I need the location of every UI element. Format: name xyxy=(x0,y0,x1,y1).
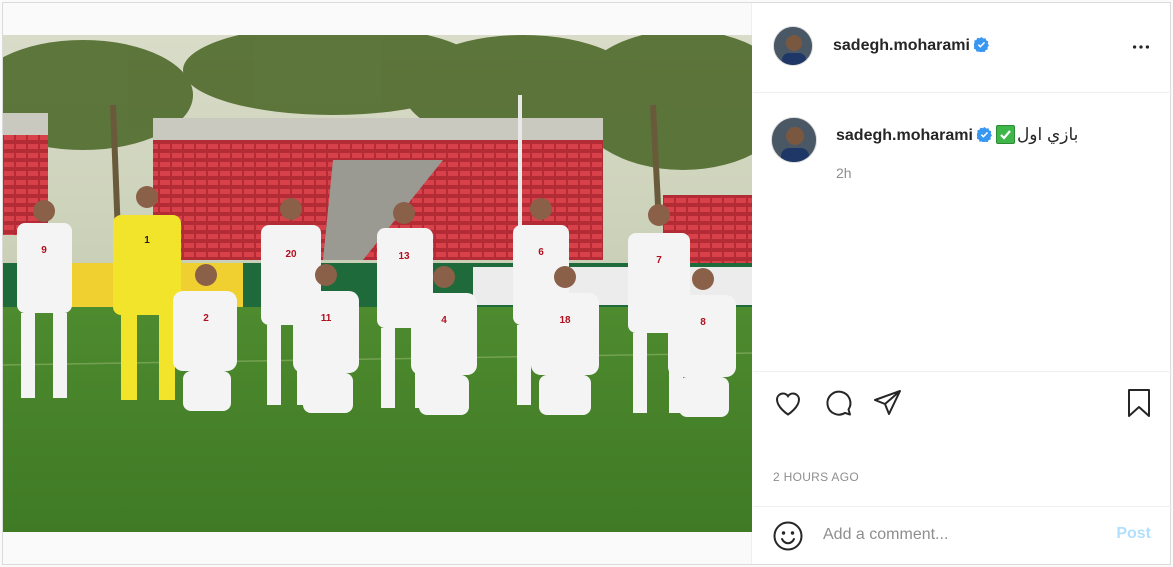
comment-icon[interactable] xyxy=(822,387,854,419)
post-details: sadegh.moharami sadegh.moharami بازي اول … xyxy=(753,3,1172,564)
action-bar: 2 HOURS AGO xyxy=(753,371,1172,506)
username-text[interactable]: sadegh.moharami xyxy=(833,37,970,54)
comment-input[interactable] xyxy=(823,522,1103,548)
post-comment-button[interactable]: Post xyxy=(1116,525,1151,543)
svg-text:2: 2 xyxy=(203,313,209,324)
svg-text:13: 13 xyxy=(398,251,410,262)
bookmark-icon[interactable] xyxy=(1123,387,1155,419)
more-options-icon[interactable] xyxy=(1130,36,1152,58)
svg-text:9: 9 xyxy=(41,245,47,256)
caption-relative-time[interactable]: 2h xyxy=(836,165,852,181)
share-icon[interactable] xyxy=(872,387,904,419)
media-panel: 9 1 20 13 6 7 2 11 4 18 8 xyxy=(3,3,752,564)
post-dialog: 9 1 20 13 6 7 2 11 4 18 8 sadegh.moharam… xyxy=(2,2,1172,565)
svg-text:8: 8 xyxy=(700,317,706,328)
caption-avatar[interactable] xyxy=(771,117,817,163)
verified-badge-icon xyxy=(973,37,989,52)
avatar[interactable] xyxy=(773,26,813,66)
post-photo[interactable]: 9 1 20 13 6 7 2 11 4 18 8 xyxy=(3,35,752,532)
author-username[interactable]: sadegh.moharami xyxy=(833,37,989,55)
svg-text:1: 1 xyxy=(144,235,150,246)
post-header: sadegh.moharami xyxy=(753,3,1172,93)
emoji-icon[interactable] xyxy=(772,520,804,552)
caption-section: sadegh.moharami بازي اول 2h xyxy=(753,93,1172,371)
svg-text:4: 4 xyxy=(441,315,447,326)
verified-badge-icon xyxy=(976,127,992,142)
svg-text:11: 11 xyxy=(321,313,332,324)
caption-text: بازي اول xyxy=(1016,125,1079,144)
comment-bar: Post xyxy=(753,506,1172,564)
caption-username[interactable]: sadegh.moharami xyxy=(836,127,973,144)
white-check-mark-icon xyxy=(995,125,1015,144)
svg-text:18: 18 xyxy=(559,315,571,326)
svg-text:20: 20 xyxy=(285,249,297,260)
post-timestamp[interactable]: 2 HOURS AGO xyxy=(773,470,859,484)
svg-text:6: 6 xyxy=(538,247,544,258)
svg-text:7: 7 xyxy=(656,255,662,266)
heart-icon[interactable] xyxy=(772,387,804,419)
caption-line: sadegh.moharami بازي اول xyxy=(836,125,1078,145)
